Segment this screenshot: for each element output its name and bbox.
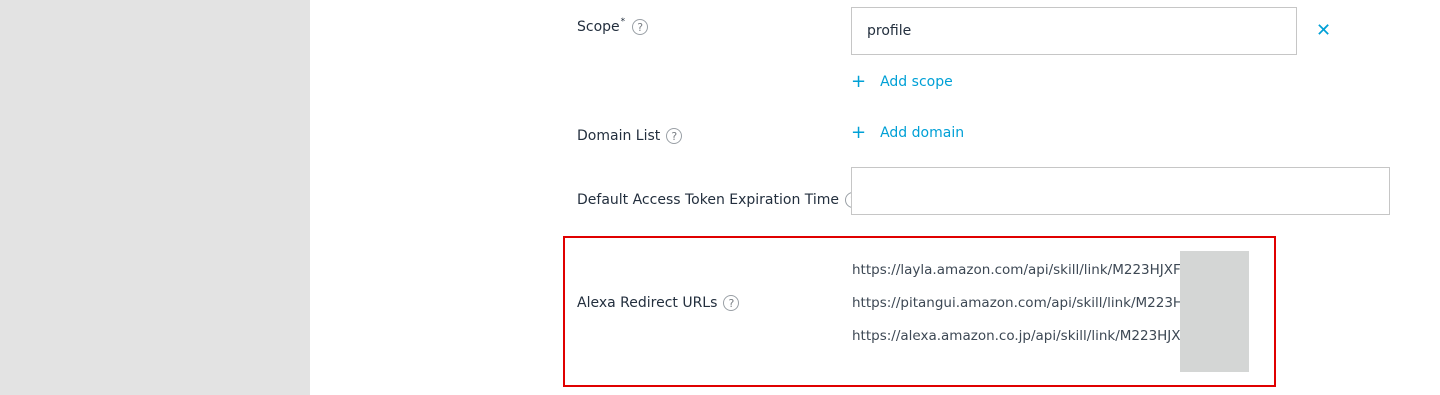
scope-label: Scope * ? — [577, 17, 649, 35]
add-scope-link[interactable]: + Add scope — [851, 73, 953, 91]
scope-input[interactable] — [851, 7, 1297, 55]
help-icon[interactable]: ? — [666, 128, 683, 144]
token-expiration-label-text: Default Access Token Expiration Time — [577, 192, 840, 208]
scope-label-text: Scope — [577, 19, 620, 35]
highlight-box — [563, 236, 1276, 387]
plus-icon: + — [851, 71, 867, 92]
add-domain-label: Add domain — [880, 125, 965, 141]
remove-scope-icon[interactable]: ✕ — [1316, 22, 1331, 40]
redirect-url: https://pitangui.amazon.com/api/skill/li… — [852, 295, 1188, 311]
add-domain-link[interactable]: + Add domain — [851, 124, 964, 142]
help-icon[interactable]: ? — [723, 295, 740, 311]
redirect-urls-label-text: Alexa Redirect URLs — [577, 295, 718, 311]
left-panel — [0, 0, 310, 395]
domain-list-label-text: Domain List — [577, 128, 661, 144]
redirect-url: https://alexa.amazon.co.jp/api/skill/lin… — [852, 328, 1189, 344]
page: Scope* ? ✕ + Add scope Domain List ? + A… — [0, 0, 1440, 395]
token-expiration-input[interactable] — [851, 167, 1390, 215]
required-mark: * — [620, 17, 626, 27]
domain-list-label: Domain List ? — [577, 128, 683, 144]
redirect-urls-label: Alexa Redirect URLs ? — [577, 295, 740, 311]
plus-icon: + — [851, 122, 867, 143]
add-scope-label: Add scope — [880, 74, 953, 90]
redirect-url: https://layla.amazon.com/api/skill/link/… — [852, 262, 1189, 278]
help-icon[interactable]: ? — [632, 19, 649, 35]
redaction-block — [1180, 251, 1249, 372]
token-expiration-label: Default Access Token Expiration Time ? — [577, 192, 862, 208]
